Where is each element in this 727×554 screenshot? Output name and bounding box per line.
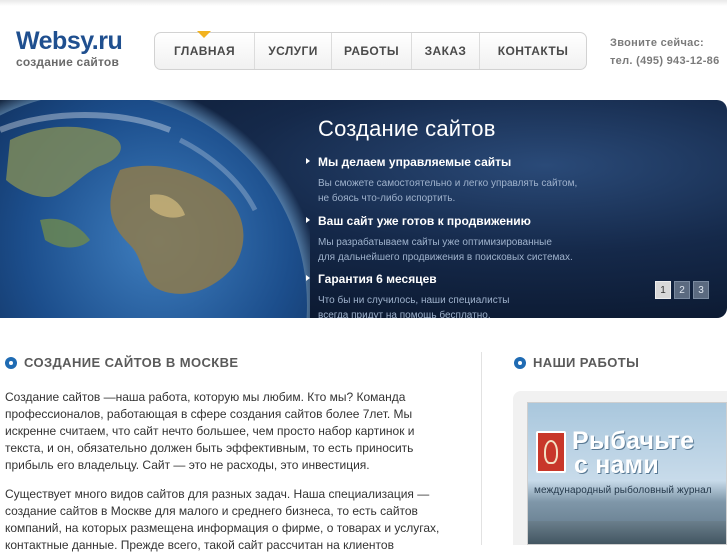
pager-button-1[interactable]: 1 <box>655 281 671 299</box>
thumbnail-landscape <box>528 521 726 544</box>
circle-bullet-icon <box>5 356 17 369</box>
hero-banner: Создание сайтов Мы делаем управляемые са… <box>0 100 727 318</box>
main-paragraph-1: Создание сайтов —наша работа, которую мы… <box>5 390 415 472</box>
arrow-right-icon <box>306 158 310 164</box>
banner-title: Создание сайтов <box>318 116 496 141</box>
pager-button-2[interactable]: 2 <box>674 281 690 299</box>
nav-item-contacts[interactable]: КОНТАКТЫ <box>480 33 586 69</box>
circle-bullet-icon <box>514 356 526 369</box>
nav-item-home[interactable]: ГЛАВНАЯ <box>155 33 255 69</box>
banner-pager: 1 2 3 <box>655 281 709 299</box>
arrow-right-icon <box>306 217 310 223</box>
nav-item-services[interactable]: УСЛУГИ <box>255 33 332 69</box>
feature-heading[interactable]: Гарантия 6 месяцев <box>306 272 606 286</box>
banner-feature: Мы делаем управляемые сайты Вы сможете с… <box>306 155 606 206</box>
main-paragraph-2: Существует много видов сайтов для разных… <box>5 487 440 552</box>
works-section-heading: НАШИ РАБОТЫ <box>514 355 639 370</box>
arrow-right-icon <box>306 275 310 281</box>
header-contact: Звоните сейчас: тел. (495) 943-12-86 <box>610 34 720 70</box>
earth-globe-image <box>0 100 310 318</box>
feature-heading[interactable]: Мы делаем управляемые сайты <box>306 155 606 169</box>
fish-logo-icon <box>536 431 566 473</box>
feature-description: Мы разрабатываем сайты уже оптимизирован… <box>318 237 573 263</box>
banner-feature: Гарантия 6 месяцев Что бы ни случилось, … <box>306 272 606 318</box>
thumbnail-subtitle: международный рыболовный журнал <box>534 485 712 496</box>
feature-description: Что бы ни случилось, наши специалисты вс… <box>318 295 510 318</box>
thumbnail-title: Рыбачьте с нами <box>572 427 695 479</box>
top-shadow-line <box>0 0 727 6</box>
main-section-heading: СОЗДАНИЕ САЙТОВ В МОСКВЕ <box>5 355 238 370</box>
nav-item-order[interactable]: ЗАКАЗ <box>412 33 480 69</box>
feature-description: Вы сможете самостоятельно и легко управл… <box>318 178 578 204</box>
pager-button-3[interactable]: 3 <box>693 281 709 299</box>
nav-item-works[interactable]: РАБОТЫ <box>332 33 412 69</box>
contact-phone[interactable]: тел. (495) 943-12-86 <box>610 52 720 70</box>
logo-subtitle: создание сайтов <box>16 55 120 69</box>
logo-title[interactable]: Websy.ru <box>16 28 123 55</box>
active-nav-marker-icon <box>197 31 211 38</box>
banner-feature: Ваш сайт уже готов к продвижению Мы разр… <box>306 214 606 265</box>
portfolio-thumbnail[interactable]: Рыбачьте с нами международный рыболовный… <box>527 402 727 545</box>
feature-heading[interactable]: Ваш сайт уже готов к продвижению <box>306 214 606 228</box>
main-navigation: ГЛАВНАЯ УСЛУГИ РАБОТЫ ЗАКАЗ КОНТАКТЫ <box>154 32 587 70</box>
column-divider <box>481 352 482 545</box>
contact-label: Звоните сейчас: <box>610 37 704 49</box>
site-logo[interactable]: Websy.ru создание сайтов <box>16 28 123 70</box>
